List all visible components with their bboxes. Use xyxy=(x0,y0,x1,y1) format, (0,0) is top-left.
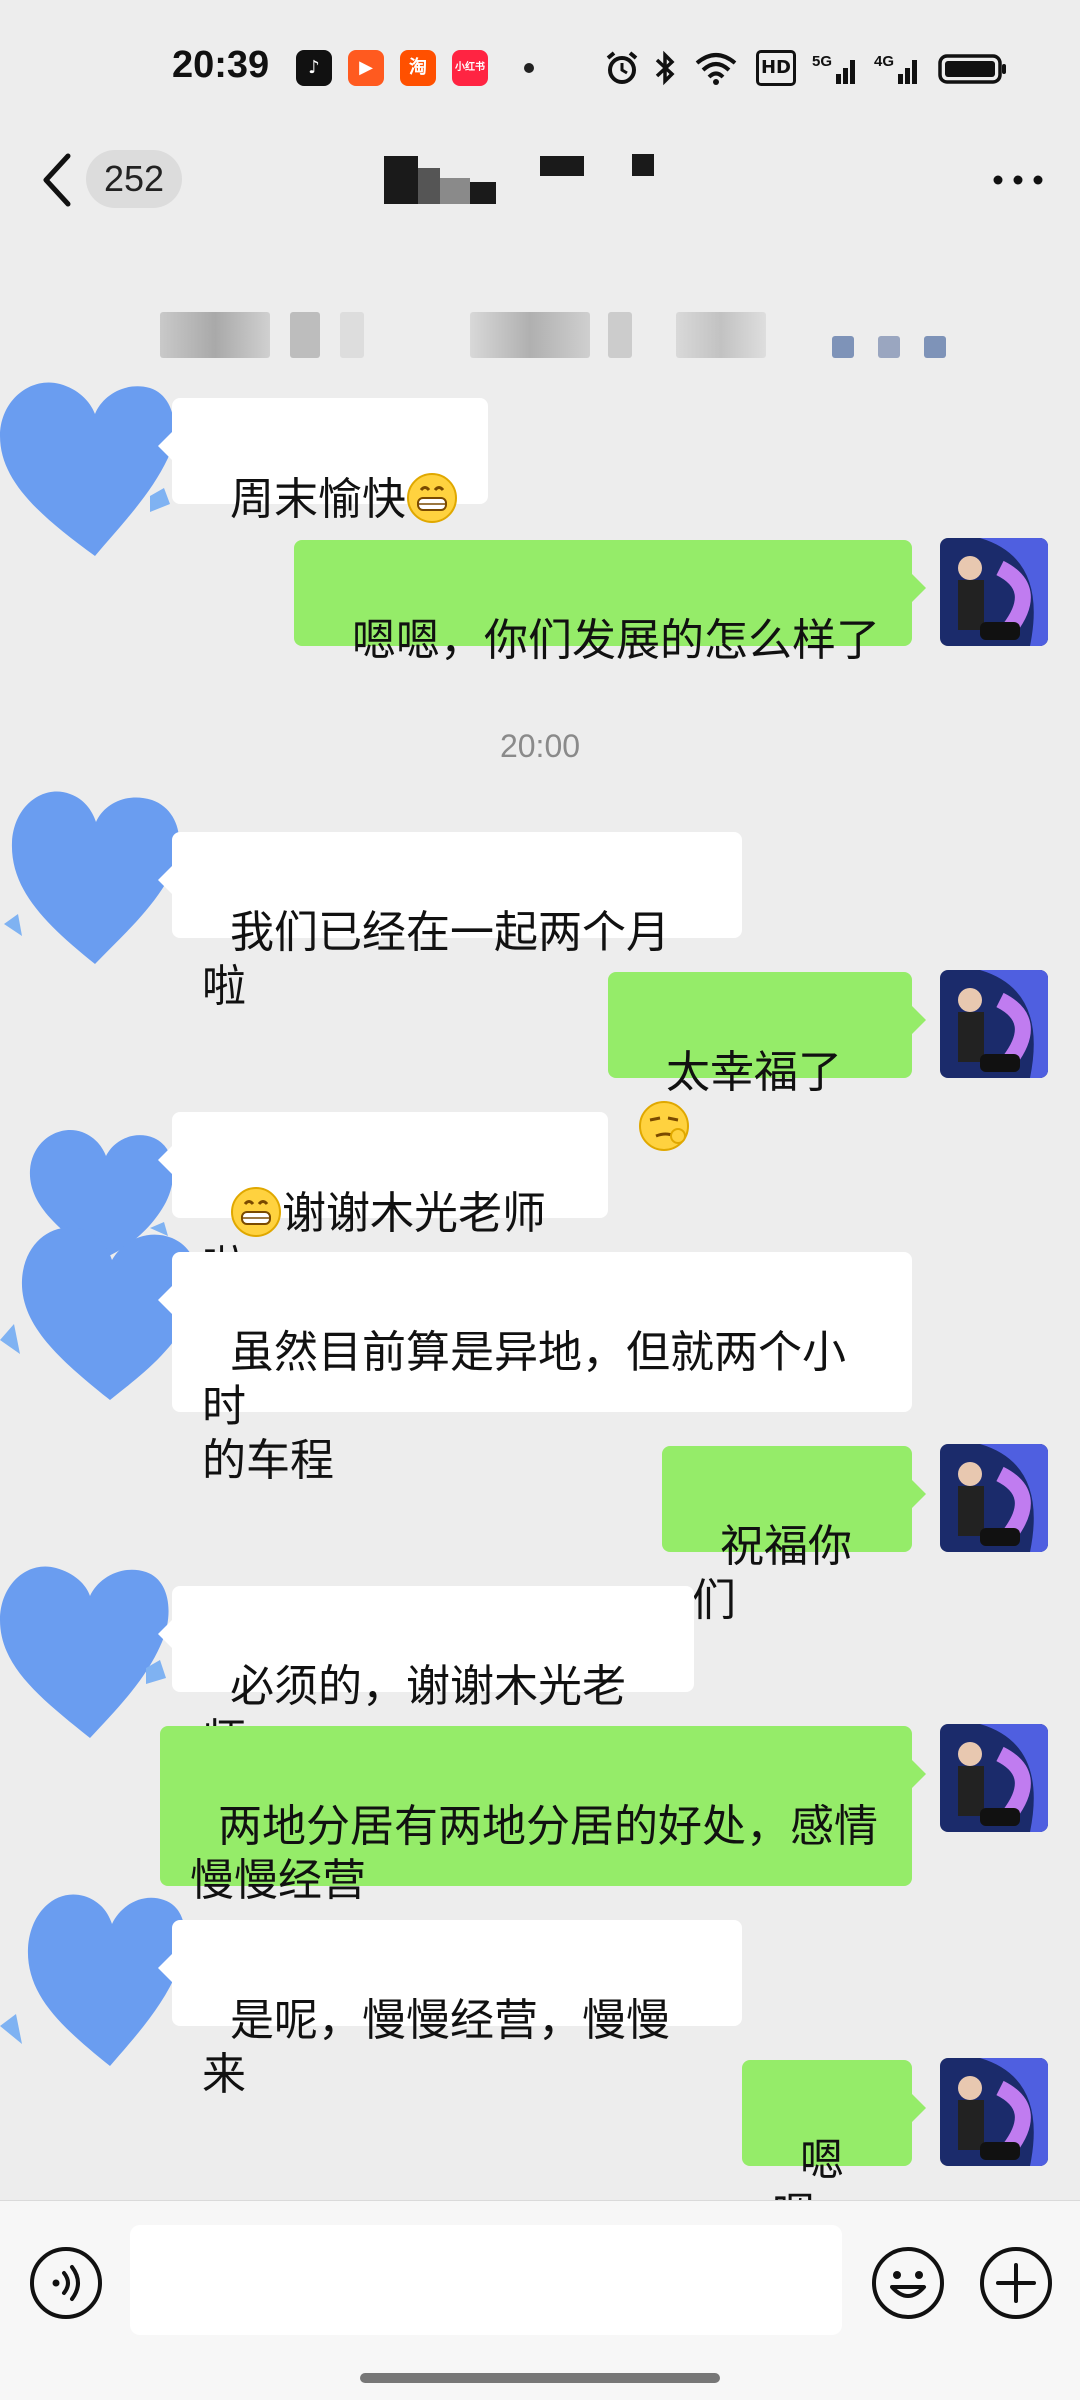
battery-icon xyxy=(938,54,1006,84)
message-bubble-left[interactable]: 我们已经在一起两个月啦 xyxy=(158,832,742,1012)
message-text: 我们已经在一起两个月啦 xyxy=(202,907,670,1012)
message-bubble-right[interactable]: 太幸福了 xyxy=(608,972,926,1151)
message-text: 太幸福了 xyxy=(665,1047,842,1098)
signal-4g-icon: 4G xyxy=(874,53,917,84)
video-app-icon: ▶ xyxy=(348,50,384,86)
my-avatar[interactable] xyxy=(940,1724,1048,1832)
message-timestamp: 20:00 xyxy=(499,728,581,764)
message-bubble-left[interactable]: 周末愉快 xyxy=(158,398,488,525)
message-bubble-right[interactable]: 祝福你们 xyxy=(662,1446,926,1626)
contact-avatar-heart[interactable] xyxy=(0,366,190,566)
emoji-picker-icon[interactable] xyxy=(870,2245,946,2321)
my-avatar[interactable] xyxy=(940,2058,1048,2166)
grin-emoji-icon xyxy=(406,473,457,523)
label-4g: 4G xyxy=(874,53,894,70)
chat-header: 252 xyxy=(0,120,1080,240)
more-functions-plus-icon[interactable] xyxy=(978,2245,1054,2321)
signal-5g-icon: 5G xyxy=(812,53,855,84)
taobao-icon: 淘 xyxy=(400,50,436,86)
message-text-input[interactable] xyxy=(130,2225,842,2335)
wifi-icon xyxy=(695,53,737,85)
tiktok-icon: ♪ xyxy=(296,50,332,86)
bluetooth-icon xyxy=(655,50,675,86)
my-avatar[interactable] xyxy=(940,970,1048,1078)
message-text: 是呢，慢慢经营，慢慢来 xyxy=(202,1995,670,2100)
unread-count-badge[interactable]: 252 xyxy=(86,150,182,208)
status-bar: 20:39 ♪ ▶ 淘 小红书 HD 5G 4G xyxy=(0,0,1080,120)
message-bubble-right[interactable]: 嗯嗯， xyxy=(742,2060,926,2240)
message-bubble-right[interactable]: 两地分居有两地分居的好处，感情 慢慢经营 xyxy=(160,1726,926,1906)
more-options-icon[interactable] xyxy=(992,170,1044,190)
xiaohongshu-icon: 小红书 xyxy=(452,50,488,86)
message-bubble-left[interactable]: 虽然目前算是异地，但就两个小时 的车程 xyxy=(158,1252,912,1486)
status-time: 20:39 xyxy=(172,44,270,86)
voice-input-icon[interactable] xyxy=(28,2245,104,2321)
my-avatar[interactable] xyxy=(940,538,1048,646)
message-bubble-left[interactable]: 必须的，谢谢木光老师 xyxy=(158,1586,694,1766)
contact-avatar-heart[interactable] xyxy=(0,1548,190,1748)
message-input-bar xyxy=(0,2200,1080,2400)
my-avatar[interactable] xyxy=(940,1444,1048,1552)
message-text: 两地分居有两地分居的好处，感情 慢慢经营 xyxy=(190,1801,878,1906)
hd-icon: HD xyxy=(756,50,796,86)
label-5g: 5G xyxy=(812,53,832,70)
message-bubble-left[interactable]: 谢谢木光老师啦 xyxy=(158,1112,608,1293)
message-bubble-right[interactable]: 嗯嗯，你们发展的怎么样了 xyxy=(294,540,926,666)
message-text: 嗯嗯，你们发展的怎么样了 xyxy=(351,615,880,666)
back-arrow-icon[interactable] xyxy=(36,148,80,212)
home-indicator[interactable] xyxy=(360,2373,720,2383)
alarm-icon xyxy=(606,51,638,84)
notification-dot xyxy=(524,63,534,73)
smirk-emoji-icon xyxy=(639,1101,689,1151)
message-bubble-left[interactable]: 是呢，慢慢经营，慢慢来 xyxy=(158,1920,742,2100)
message-text: 祝福你们 xyxy=(692,1521,852,1626)
grin-emoji-icon xyxy=(230,1187,281,1237)
message-text: 周末愉快 xyxy=(229,474,406,525)
